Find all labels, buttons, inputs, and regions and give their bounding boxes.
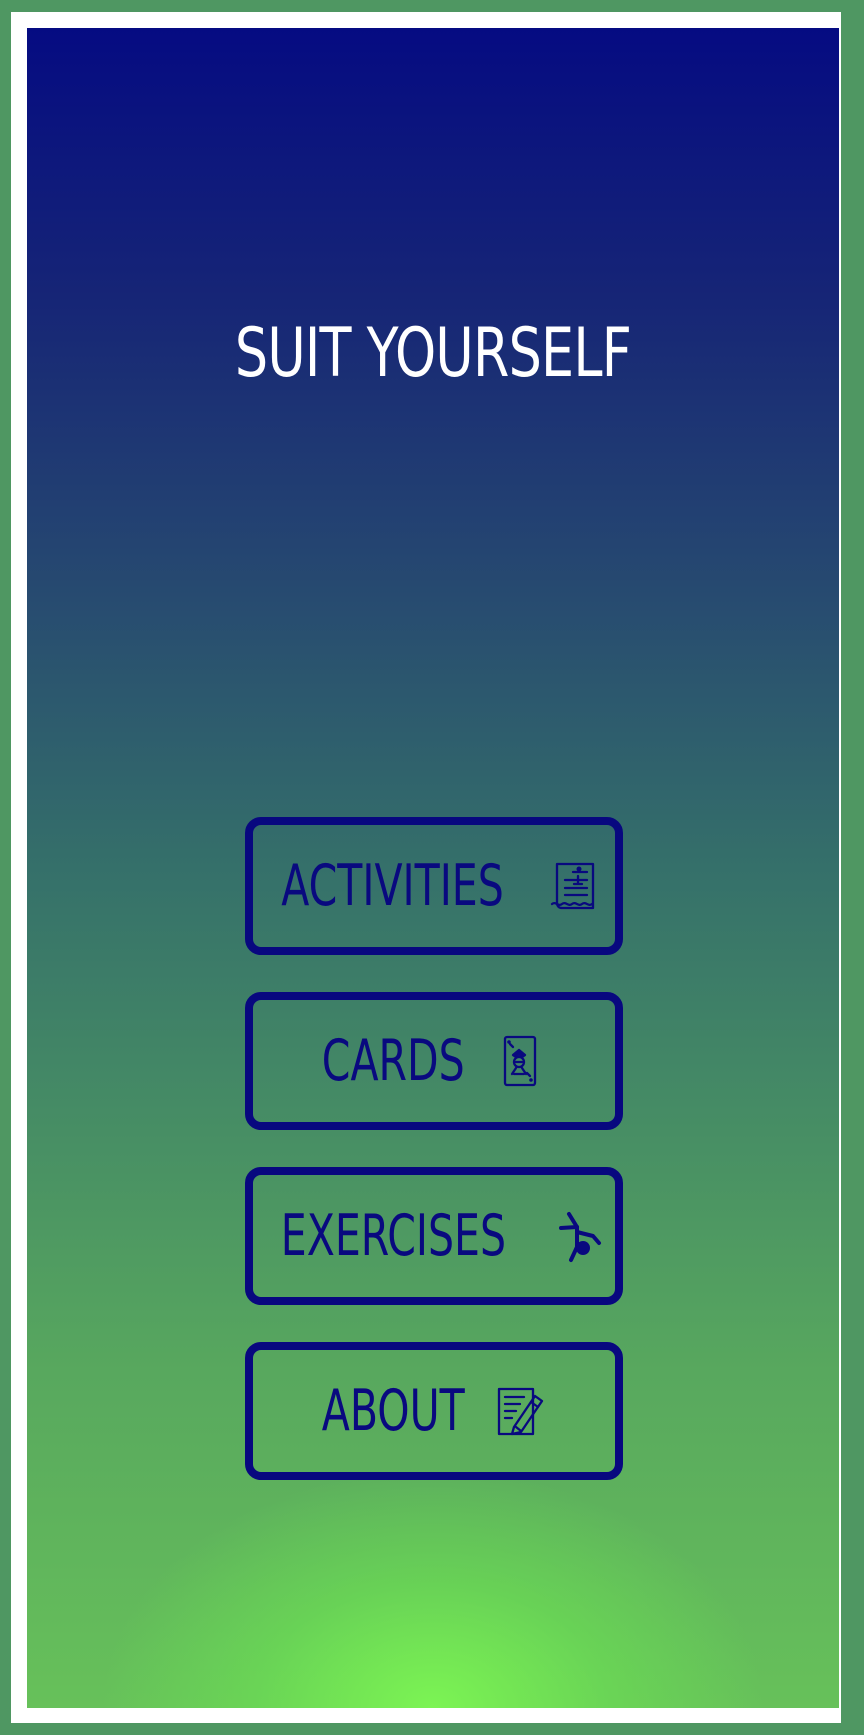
activities-label: ACTIVITIES [281, 853, 505, 919]
receipt-icon [548, 859, 602, 913]
exercises-button[interactable]: EXERCISES [245, 1167, 623, 1305]
cartwheel-icon [549, 1209, 603, 1263]
exercises-label: EXERCISES [280, 1203, 506, 1269]
main-menu: ACTIVITIES CARDS EXERCISES ABOUT [245, 817, 623, 1480]
cards-button[interactable]: CARDS [245, 992, 623, 1130]
home-screen: SUIT YOURSELF ACTIVITIES CARDS EXERCISES… [27, 28, 839, 1708]
app-title: SUIT YOURSELF [234, 313, 632, 393]
about-button[interactable]: ABOUT [245, 1342, 623, 1480]
phone-frame: SUIT YOURSELF ACTIVITIES CARDS EXERCISES… [11, 12, 841, 1723]
notepad-pencil-icon [492, 1384, 546, 1438]
activities-button[interactable]: ACTIVITIES [245, 817, 623, 955]
cards-label: CARDS [321, 1028, 465, 1094]
joker-card-icon [492, 1034, 546, 1088]
about-label: ABOUT [321, 1378, 465, 1444]
